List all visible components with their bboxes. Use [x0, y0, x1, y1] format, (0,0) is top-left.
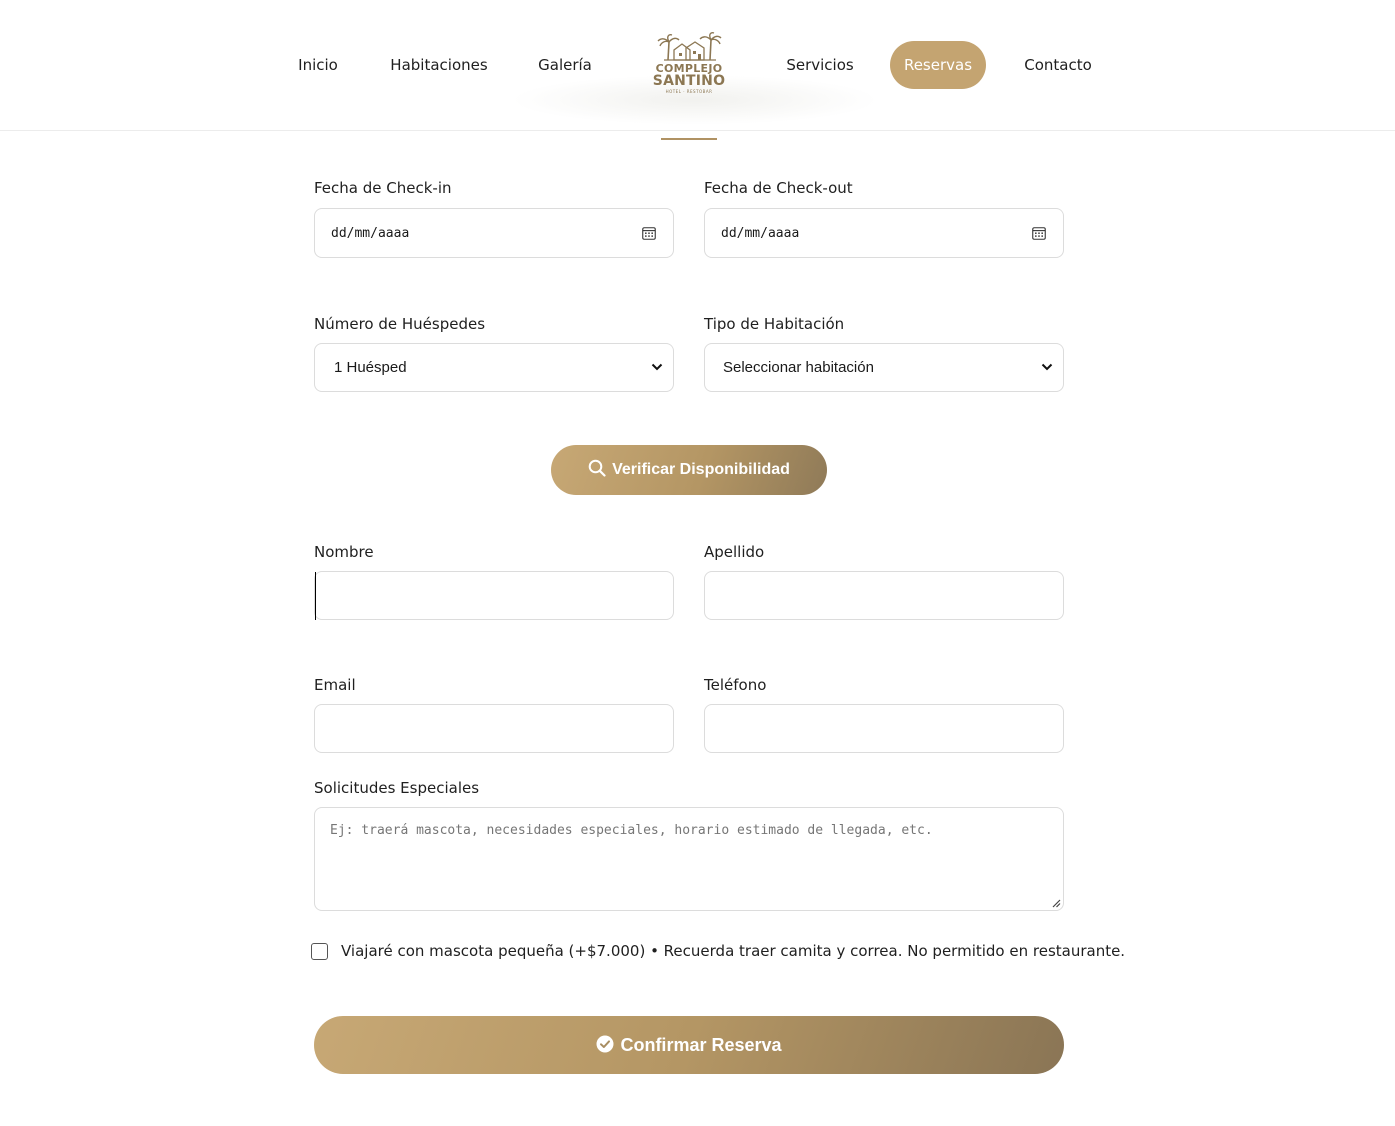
verify-availability-button[interactable]: Verificar Disponibilidad — [551, 445, 827, 495]
verify-button-label: Verificar Disponibilidad — [612, 461, 790, 478]
checkout-placeholder: dd/mm/aaaa — [721, 226, 800, 241]
guests-selected-value: 1 Huésped — [334, 359, 407, 376]
confirm-button-label: Confirmar Reserva — [620, 1035, 782, 1055]
room-type-select[interactable]: Seleccionar habitación — [704, 343, 1064, 392]
section-accent-line — [661, 138, 717, 140]
nav-item-contacto[interactable]: Contacto — [1020, 41, 1096, 89]
calendar-icon[interactable] — [642, 226, 656, 240]
checkout-date-input[interactable]: dd/mm/aaaa — [704, 208, 1064, 258]
logo-mark-icon — [657, 32, 722, 61]
email-input[interactable] — [314, 704, 674, 753]
checkin-date-input[interactable]: dd/mm/aaaa — [314, 208, 674, 258]
nav-item-servicios[interactable]: Servicios — [782, 41, 858, 89]
nav-item-reservas[interactable]: Reservas — [890, 41, 986, 89]
chevron-down-icon — [1041, 363, 1053, 371]
checkout-label: Fecha de Check-out — [704, 179, 853, 197]
resize-handle-icon[interactable] — [1051, 898, 1061, 908]
pet-checkbox[interactable] — [311, 943, 328, 960]
last-name-input[interactable] — [704, 571, 1064, 620]
last-name-label: Apellido — [704, 543, 765, 561]
text-cursor — [315, 572, 316, 620]
logo-text-tagline: HOTEL · RESTOBAR — [665, 89, 713, 94]
room-type-selected-value: Seleccionar habitación — [723, 359, 874, 376]
guests-label: Número de Huéspedes — [314, 315, 486, 333]
logo[interactable]: COMPLEJO SANTINO HOTEL · RESTOBAR — [646, 32, 732, 102]
nav-item-inicio[interactable]: Inicio — [292, 41, 344, 89]
phone-label: Teléfono — [704, 676, 767, 694]
phone-input[interactable] — [704, 704, 1064, 753]
logo-text-santino: SANTINO — [652, 73, 726, 89]
pet-checkbox-label[interactable]: Viajaré con mascota pequeña (+$7.000) • … — [341, 942, 1125, 960]
nav-item-habitaciones[interactable]: Habitaciones — [388, 41, 490, 89]
first-name-input[interactable] — [314, 571, 674, 620]
special-requests-textarea[interactable]: Ej: traerá mascota, necesidades especial… — [314, 807, 1064, 911]
check-circle-icon — [596, 1035, 614, 1053]
search-icon — [588, 459, 606, 477]
email-label: Email — [314, 676, 356, 694]
room-type-label: Tipo de Habitación — [704, 315, 845, 333]
special-requests-label: Solicitudes Especiales — [314, 779, 480, 797]
checkin-label: Fecha de Check-in — [314, 179, 452, 197]
guests-select[interactable]: 1 Huésped — [314, 343, 674, 392]
chevron-down-icon — [651, 363, 663, 371]
checkin-placeholder: dd/mm/aaaa — [331, 226, 410, 241]
confirm-reservation-button[interactable]: Confirmar Reserva — [314, 1016, 1064, 1074]
calendar-icon[interactable] — [1032, 226, 1046, 240]
special-requests-placeholder: Ej: traerá mascota, necesidades especial… — [330, 823, 933, 838]
site-header: Inicio Habitaciones Galería COMPLEJO SAN… — [0, 0, 1395, 131]
first-name-label: Nombre — [314, 543, 374, 561]
